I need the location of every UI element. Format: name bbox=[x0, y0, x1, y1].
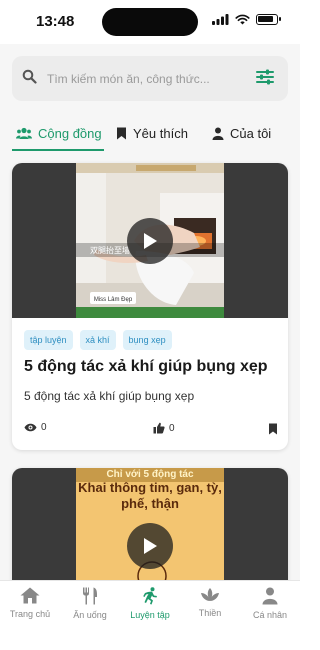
video-player[interactable]: Chỉ với 5 động tác Khai thông tim, gan, … bbox=[12, 468, 288, 580]
post-card[interactable]: 双腿抬至墙 Miss Lâm Đẹp tập luyện xả khí bụng… bbox=[12, 163, 288, 450]
like-button[interactable]: 0 bbox=[153, 422, 175, 434]
nav-profile-label: Cá nhân bbox=[252, 610, 288, 620]
nav-food-label: Ăn uống bbox=[73, 610, 107, 620]
search-bar bbox=[12, 56, 288, 101]
home-icon bbox=[20, 587, 40, 604]
post-description: 5 động tác xả khí giúp bụng xẹp bbox=[24, 389, 195, 403]
nav-training-label: Luyện tập bbox=[130, 610, 170, 620]
nav-training[interactable]: Luyện tập bbox=[120, 587, 180, 620]
feed-tabs: Cộng đồng Yêu thích Của tôi bbox=[0, 116, 300, 151]
svg-text:双腿抬至墙: 双腿抬至墙 bbox=[90, 245, 130, 255]
eye-icon bbox=[24, 423, 37, 432]
tag-chip[interactable]: xả khí bbox=[79, 330, 116, 350]
nav-home[interactable]: Trang chủ bbox=[0, 587, 60, 619]
post-stats: 0 0 bbox=[24, 422, 278, 438]
status-icons bbox=[212, 14, 281, 25]
tab-favorites-label: Yêu thích bbox=[133, 125, 188, 141]
bookmark-icon[interactable] bbox=[268, 423, 278, 435]
nav-home-label: Trang chủ bbox=[9, 609, 51, 619]
tab-mine-label: Của tôi bbox=[230, 125, 272, 141]
tab-community[interactable]: Cộng đồng bbox=[16, 116, 102, 150]
nav-meditation-label: Thiền bbox=[198, 608, 222, 618]
thumbs-up-icon bbox=[153, 422, 165, 434]
lotus-icon bbox=[201, 588, 219, 601]
bottom-navigation: Trang chủ Ăn uống Luyện tập Thiền Cá nhâ… bbox=[0, 580, 300, 650]
view-count: 0 bbox=[24, 422, 47, 433]
battery-icon bbox=[256, 14, 281, 25]
tab-favorites[interactable]: Yêu thích bbox=[116, 116, 188, 150]
like-count-value: 0 bbox=[169, 422, 175, 434]
nav-food[interactable]: Ăn uống bbox=[60, 587, 120, 620]
play-icon bbox=[144, 538, 157, 554]
post-card[interactable]: Chỉ với 5 động tác Khai thông tim, gan, … bbox=[12, 468, 288, 580]
profile-icon bbox=[262, 587, 278, 605]
users-icon bbox=[16, 127, 32, 139]
status-bar: 13:48 bbox=[0, 0, 300, 44]
view-count-value: 0 bbox=[41, 422, 47, 433]
main-screen: Cộng đồng Yêu thích Của tôi bbox=[0, 44, 300, 580]
tag-chip[interactable]: bụng xẹp bbox=[122, 330, 172, 350]
dynamic-island bbox=[102, 8, 198, 36]
search-icon bbox=[22, 69, 37, 84]
utensils-icon bbox=[83, 587, 97, 605]
play-button[interactable] bbox=[127, 218, 173, 264]
search-input[interactable] bbox=[47, 56, 247, 101]
running-icon bbox=[143, 587, 157, 605]
nav-meditation[interactable]: Thiền bbox=[180, 587, 240, 618]
play-icon bbox=[144, 233, 157, 249]
nav-profile[interactable]: Cá nhân bbox=[240, 587, 300, 620]
tab-mine[interactable]: Của tôi bbox=[212, 116, 271, 150]
post-title: 5 động tác xả khí giúp bụng xẹp bbox=[24, 358, 268, 375]
tab-community-label: Cộng đồng bbox=[38, 125, 102, 141]
filter-sliders-icon[interactable] bbox=[256, 68, 274, 86]
user-icon bbox=[212, 127, 224, 140]
bookmark-icon bbox=[117, 127, 126, 139]
tag-list: tập luyện xả khí bụng xẹp bbox=[24, 330, 172, 350]
tag-chip[interactable]: tập luyện bbox=[24, 330, 73, 350]
signal-icon bbox=[212, 14, 229, 25]
status-time: 13:48 bbox=[36, 13, 75, 30]
play-button[interactable] bbox=[127, 523, 173, 569]
active-tab-indicator bbox=[12, 149, 104, 151]
wifi-icon bbox=[235, 14, 250, 25]
video-player[interactable]: 双腿抬至墙 Miss Lâm Đẹp bbox=[12, 163, 288, 318]
thumbnail-caption: Miss Lâm Đẹp bbox=[94, 297, 133, 303]
